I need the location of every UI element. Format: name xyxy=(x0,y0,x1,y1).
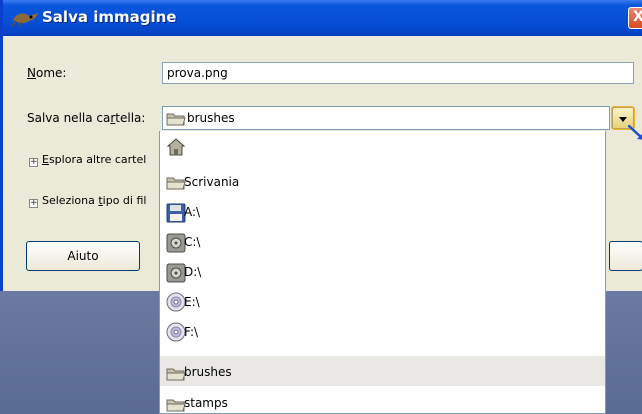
dropdown-item-label: Scrivania xyxy=(184,175,240,189)
expand-plus-icon: + xyxy=(29,198,38,208)
dropdown-item-scrivania[interactable]: Scrivania xyxy=(160,167,605,197)
folder-combobox[interactable]: brushes xyxy=(162,106,610,130)
help-button-label: Aiuto xyxy=(67,249,99,263)
filename-input[interactable]: prova.png xyxy=(162,62,634,84)
close-icon: X xyxy=(633,9,642,25)
dropdown-item-brushes[interactable]: brushes xyxy=(160,356,605,386)
action-button[interactable] xyxy=(609,241,642,271)
dropdown-item-label: E:\ xyxy=(184,295,200,309)
expander-browse-folders[interactable]: + Esplora altre cartel xyxy=(29,153,146,167)
dropdown-item-d-drive[interactable]: D:\ xyxy=(160,257,605,287)
dropdown-item-label: brushes xyxy=(184,365,232,379)
dropdown-item-label: C:\ xyxy=(184,235,201,249)
dropdown-item-a-drive[interactable]: A:\ xyxy=(160,197,605,227)
dropdown-item-f-drive[interactable]: F:\ xyxy=(160,317,605,347)
cd-drive-icon xyxy=(166,322,186,342)
hard-drive-icon xyxy=(166,233,186,253)
folder-icon xyxy=(166,177,186,190)
dropdown-item-label: F:\ xyxy=(184,325,199,339)
dropdown-item-label: D:\ xyxy=(184,265,202,279)
window-title: Salva immagine xyxy=(42,8,177,26)
dropdown-item-c-drive[interactable]: C:\ xyxy=(160,227,605,257)
folder-icon xyxy=(166,399,186,412)
filename-value: prova.png xyxy=(167,66,228,80)
dropdown-item-home[interactable] xyxy=(160,131,605,161)
title-bar[interactable]: Salva immagine X xyxy=(3,0,642,36)
cd-drive-icon xyxy=(166,292,186,312)
dropdown-item-label: A:\ xyxy=(184,205,201,219)
name-label: Nome: xyxy=(27,66,67,80)
folder-icon xyxy=(166,113,186,126)
dropdown-item-e-drive[interactable]: E:\ xyxy=(160,287,605,317)
close-button[interactable]: X xyxy=(628,7,642,29)
dropdown-item-stamps[interactable]: stamps xyxy=(160,388,605,413)
expander-file-type[interactable]: + Seleziona tipo di fil xyxy=(29,194,146,208)
home-folder-icon xyxy=(166,138,186,156)
folder-icon xyxy=(166,368,186,381)
gimp-wilber-icon xyxy=(11,12,38,28)
expand-plus-icon: + xyxy=(29,157,38,167)
folder-dropdown-list[interactable]: Scrivania A:\ C:\ D:\ E:\ F:\ brushes st… xyxy=(159,131,606,414)
folder-combobox-value: brushes xyxy=(187,111,235,125)
hard-drive-icon xyxy=(166,263,186,283)
floppy-drive-icon xyxy=(166,203,186,223)
folder-label: Salva nella cartella: xyxy=(27,111,146,125)
pointer-arrow-icon xyxy=(628,125,642,140)
help-button[interactable]: Aiuto xyxy=(26,241,140,271)
dropdown-item-label: stamps xyxy=(184,396,228,410)
